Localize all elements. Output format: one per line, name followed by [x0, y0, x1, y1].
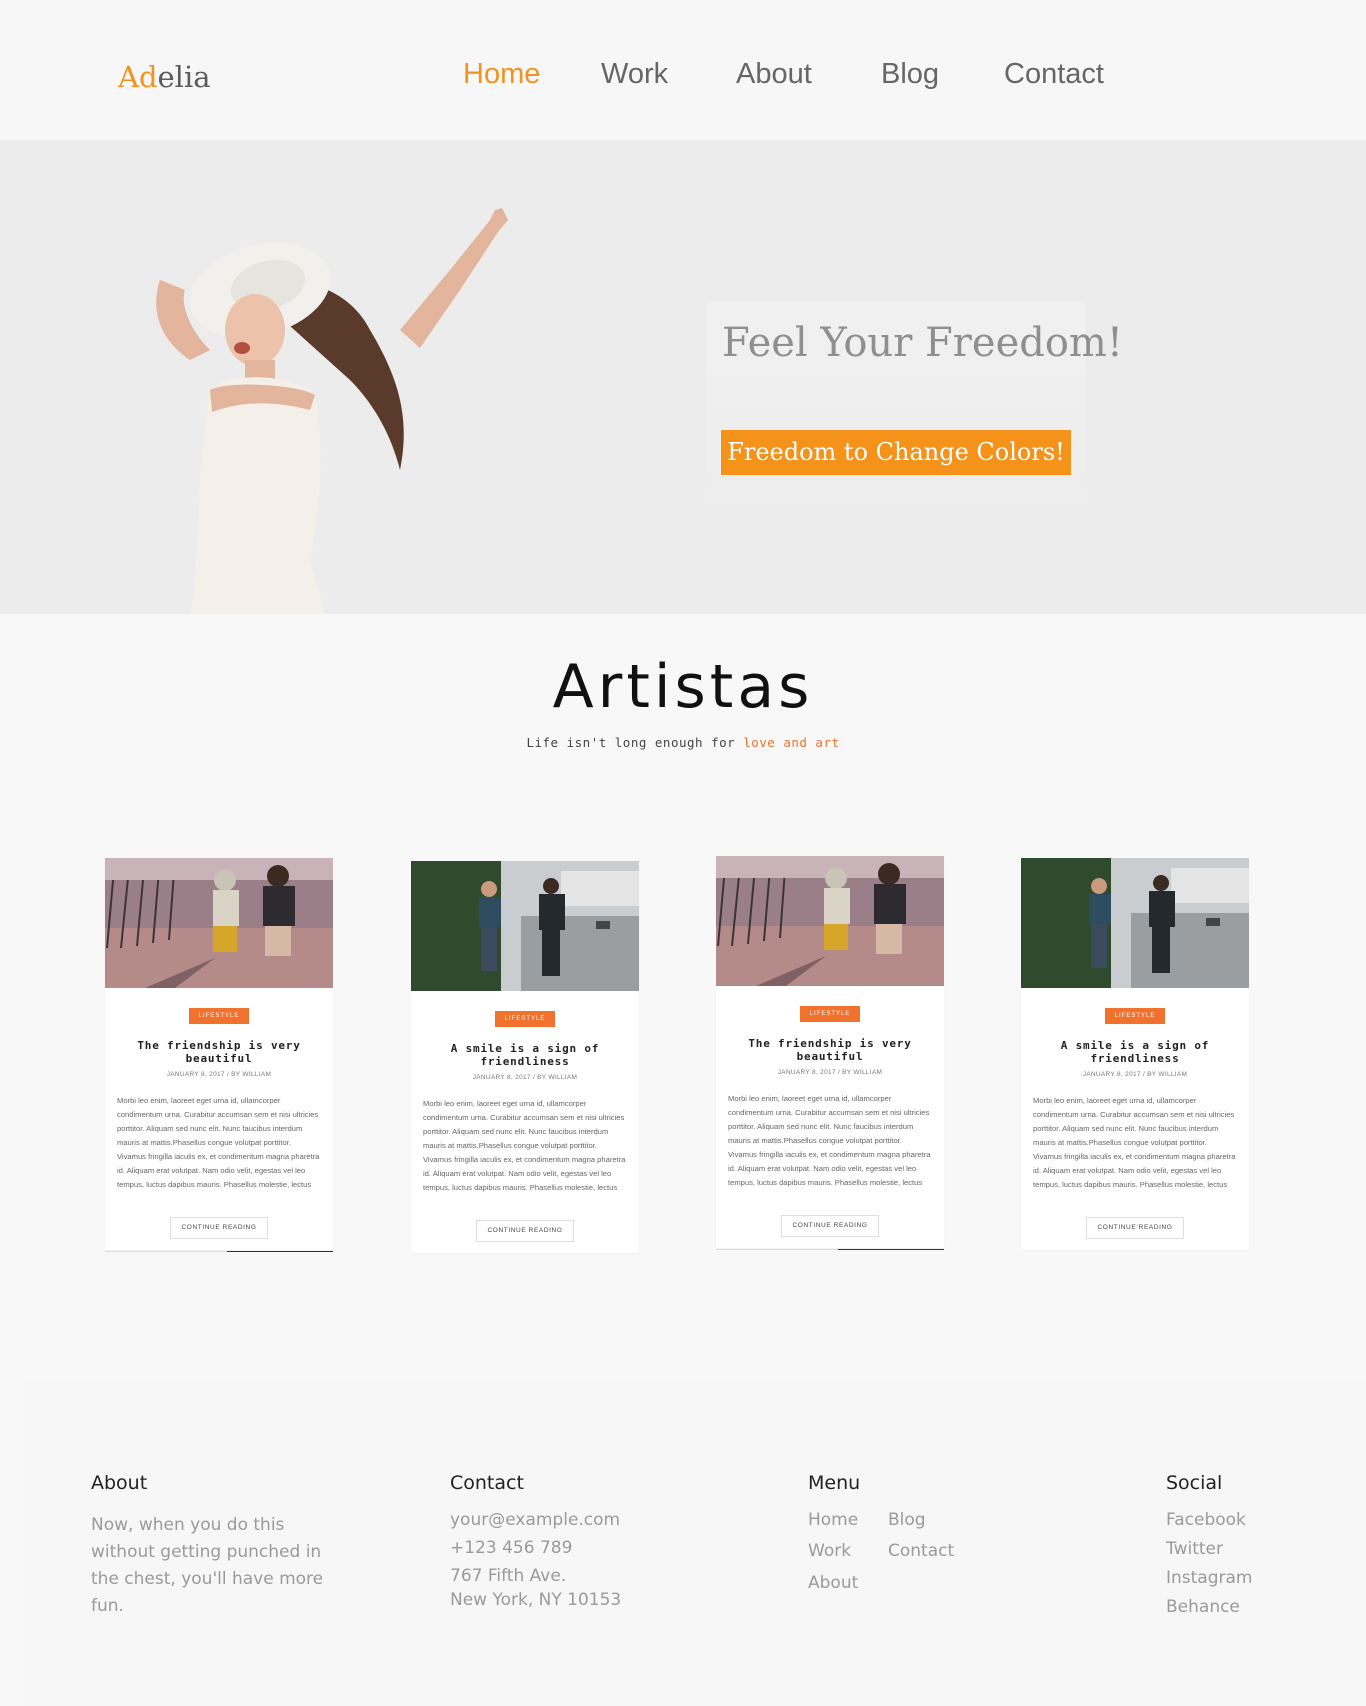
nav-item-work[interactable]: Work [601, 58, 668, 91]
category-badge[interactable]: LIFESTYLE [495, 1011, 555, 1027]
section-title: Artistas [552, 652, 814, 722]
post-card[interactable]: LIFESTYLE A smile is a sign of friendline… [1021, 858, 1249, 1250]
brand-logo[interactable]: Adelia [118, 60, 211, 94]
social-twitter-link[interactable]: Twitter [1166, 1539, 1253, 1559]
post-title[interactable]: A smile is a sign of friendliness [1021, 1039, 1249, 1065]
continue-reading-button[interactable]: CONTINUE READING [1086, 1217, 1184, 1239]
post-excerpt: Morbi leo enim, laoreet eget urna id, ul… [423, 1099, 626, 1192]
footer-address-line1: 767 Fifth Ave. [450, 1566, 567, 1586]
post-date: JANUARY 8, 2017 [166, 1071, 225, 1078]
footer-menu-heading: Menu [808, 1472, 861, 1494]
post-date: JANUARY 8, 2017 [1082, 1071, 1141, 1078]
category-badge[interactable]: LIFESTYLE [189, 1008, 249, 1024]
category-badge[interactable]: LIFESTYLE [1105, 1008, 1165, 1024]
footer-menu: Menu Home Blog Work Contact About [808, 1472, 1028, 1610]
meta-separator: / [226, 1071, 230, 1078]
footer-phone: +123 456 789 [450, 1538, 573, 1558]
post-title[interactable]: The friendship is very beautiful [716, 1037, 944, 1063]
footer-menu-about[interactable]: About [808, 1573, 858, 1593]
footer-about-text: Now, when you do this without getting pu… [91, 1515, 324, 1616]
post-meta: JANUARY 8, 2017 / BY WILLIAM [105, 1071, 333, 1078]
meta-separator: / [837, 1069, 841, 1076]
post-author: BY WILLIAM [1147, 1071, 1188, 1078]
subtitle-text: Life isn't long enough for [526, 735, 744, 750]
post-title[interactable]: A smile is a sign of friendliness [411, 1042, 639, 1068]
footer-social: Social Facebook Twitter Instagram Behanc… [1166, 1472, 1253, 1617]
nav-item-about[interactable]: About [736, 58, 812, 91]
card-progress-bar [105, 1251, 333, 1252]
footer-social-heading: Social [1166, 1472, 1223, 1494]
nav-item-contact[interactable]: Contact [1004, 58, 1104, 91]
social-facebook-link[interactable]: Facebook [1166, 1510, 1253, 1530]
post-excerpt: Morbi leo enim, laoreet eget urna id, ul… [117, 1096, 320, 1189]
card-progress-fill [227, 1251, 333, 1252]
post-meta: JANUARY 8, 2017 / BY WILLIAM [411, 1074, 639, 1081]
post-card[interactable]: LIFESTYLE The friendship is very beautifu… [716, 856, 944, 1250]
footer-menu-grid: Home Blog Work Contact About [808, 1510, 1028, 1610]
kids-walking-icon [716, 856, 944, 986]
footer-about-heading: About [91, 1472, 148, 1494]
nav-item-blog[interactable]: Blog [881, 58, 939, 91]
social-behance-link[interactable]: Behance [1166, 1597, 1253, 1617]
category-badge[interactable]: LIFESTYLE [800, 1006, 860, 1022]
couple-walking-icon [411, 861, 639, 991]
footer-contact: Contact your@example.com +123 456 789 76… [450, 1472, 621, 1610]
post-meta: JANUARY 8, 2017 / BY WILLIAM [1021, 1071, 1249, 1078]
post-title[interactable]: The friendship is very beautiful [105, 1039, 333, 1065]
continue-reading-button[interactable]: CONTINUE READING [170, 1217, 268, 1239]
footer-address-line2: New York, NY 10153 [450, 1590, 622, 1610]
footer-menu-contact[interactable]: Contact [888, 1541, 954, 1561]
post-author: BY WILLIAM [842, 1069, 883, 1076]
logo-text-accent: Ad [118, 60, 158, 94]
post-author: BY WILLIAM [231, 1071, 272, 1078]
change-colors-button[interactable]: Freedom to Change Colors! [721, 430, 1071, 475]
nav-item-home[interactable]: Home [463, 58, 540, 91]
meta-separator: / [1142, 1071, 1146, 1078]
continue-reading-button[interactable]: CONTINUE READING [781, 1215, 879, 1237]
site-footer: About Now, when you do this without gett… [18, 1382, 1366, 1706]
footer-email-link[interactable]: your@example.com [450, 1510, 621, 1530]
section-subtitle: Life isn't long enough for love and art [0, 735, 1366, 750]
social-instagram-link[interactable]: Instagram [1166, 1568, 1253, 1588]
post-date: JANUARY 8, 2017 [472, 1074, 531, 1081]
post-author: BY WILLIAM [537, 1074, 578, 1081]
card-progress-fill [838, 1249, 944, 1250]
footer-menu-work[interactable]: Work [808, 1541, 851, 1561]
hero-section: Feel Your Freedom! Freedom to Change Col… [0, 140, 1366, 614]
post-card[interactable]: LIFESTYLE A smile is a sign of friendline… [411, 861, 639, 1253]
hero-title: Feel Your Freedom! [722, 320, 1123, 366]
post-card[interactable]: LIFESTYLE The friendship is very beautifu… [105, 858, 333, 1252]
meta-separator: / [532, 1074, 536, 1081]
continue-reading-button[interactable]: CONTINUE READING [476, 1220, 574, 1242]
footer-contact-heading: Contact [450, 1472, 524, 1494]
post-meta: JANUARY 8, 2017 / BY WILLIAM [716, 1069, 944, 1076]
couple-walking-icon [1021, 858, 1249, 988]
footer-menu-blog[interactable]: Blog [888, 1510, 926, 1530]
kids-walking-icon [105, 858, 333, 988]
footer-menu-home[interactable]: Home [808, 1510, 858, 1530]
card-progress-bar [716, 1249, 944, 1250]
woman-with-hat-icon [156, 208, 508, 614]
subtitle-highlight: love and art [743, 735, 840, 750]
post-date: JANUARY 8, 2017 [777, 1069, 836, 1076]
post-excerpt: Morbi leo enim, laoreet eget urna id, ul… [1033, 1096, 1236, 1189]
footer-about: About Now, when you do this without gett… [91, 1472, 341, 1620]
site-header: Adelia Home Work About Blog Contact [0, 0, 1366, 140]
post-excerpt: Morbi leo enim, laoreet eget urna id, ul… [728, 1094, 931, 1187]
logo-text: elia [157, 60, 211, 94]
